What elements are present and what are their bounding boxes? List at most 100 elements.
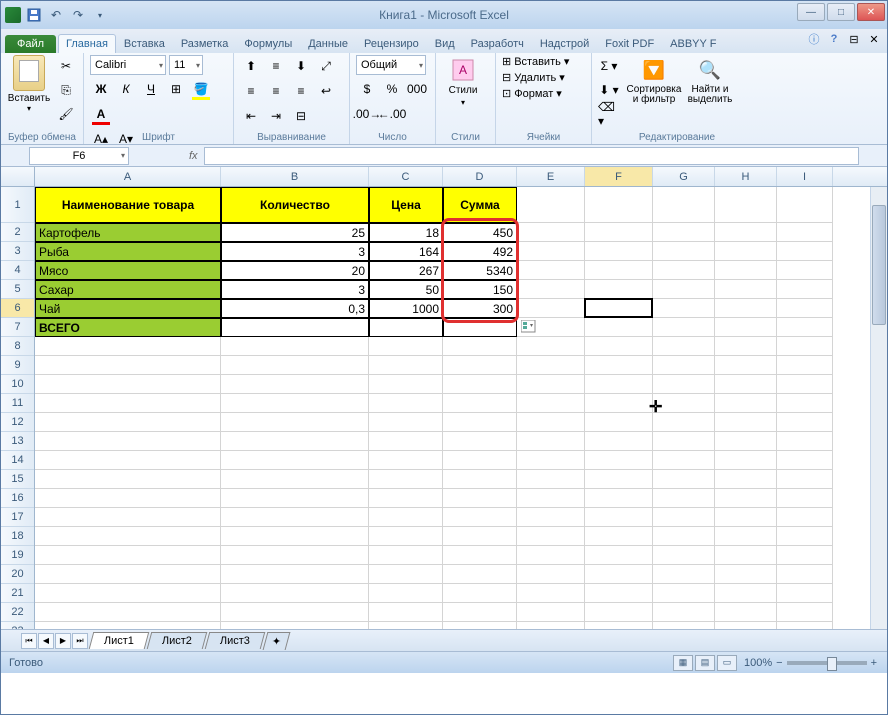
- cell-F23[interactable]: [585, 622, 653, 629]
- col-header-C[interactable]: C: [369, 167, 443, 186]
- cell-D19[interactable]: [443, 546, 517, 565]
- format-button[interactable]: ⊡Формат ▾: [502, 87, 585, 100]
- file-tab[interactable]: Файл: [5, 35, 56, 53]
- cell-B19[interactable]: [221, 546, 369, 565]
- cell-B11[interactable]: [221, 394, 369, 413]
- cell-E16[interactable]: [517, 489, 585, 508]
- align-middle-icon[interactable]: ≡: [265, 55, 287, 77]
- cell-H2[interactable]: [715, 223, 777, 242]
- cell-A14[interactable]: [35, 451, 221, 470]
- undo-icon[interactable]: ↶: [47, 6, 65, 24]
- cell-G14[interactable]: [653, 451, 715, 470]
- cell-H6[interactable]: [715, 299, 777, 318]
- sheet-tab-1[interactable]: Лист1: [89, 632, 150, 649]
- cell-I4[interactable]: [777, 261, 833, 280]
- help-icon[interactable]: ?: [827, 32, 841, 46]
- row-header-10[interactable]: 10: [1, 375, 34, 394]
- new-sheet-button[interactable]: ✦: [263, 632, 291, 650]
- window-restore-icon[interactable]: ⊟: [847, 32, 861, 46]
- copy-icon[interactable]: ⎘: [55, 79, 77, 101]
- cell-I20[interactable]: [777, 565, 833, 584]
- cell-E19[interactable]: [517, 546, 585, 565]
- font-size-selector[interactable]: 11: [169, 55, 203, 75]
- row-header-11[interactable]: 11: [1, 394, 34, 413]
- view-normal-icon[interactable]: ▦: [673, 655, 693, 671]
- orientation-icon[interactable]: ⤢: [315, 55, 337, 77]
- cell-I1[interactable]: [777, 187, 833, 223]
- cell-H15[interactable]: [715, 470, 777, 489]
- clear-icon[interactable]: ⌫ ▾: [598, 103, 620, 125]
- cell-B16[interactable]: [221, 489, 369, 508]
- cell-E10[interactable]: [517, 375, 585, 394]
- cell-H8[interactable]: [715, 337, 777, 356]
- cell-D21[interactable]: [443, 584, 517, 603]
- cell-H4[interactable]: [715, 261, 777, 280]
- cell-I3[interactable]: [777, 242, 833, 261]
- row-header-20[interactable]: 20: [1, 565, 34, 584]
- cell-E12[interactable]: [517, 413, 585, 432]
- cell-B17[interactable]: [221, 508, 369, 527]
- increase-indent-icon[interactable]: ⇥: [265, 105, 287, 127]
- vertical-scrollbar[interactable]: [870, 187, 887, 629]
- cell-H7[interactable]: [715, 318, 777, 337]
- cell-E2[interactable]: [517, 223, 585, 242]
- cell-D1[interactable]: Сумма: [443, 187, 517, 223]
- cell-C20[interactable]: [369, 565, 443, 584]
- cell-B13[interactable]: [221, 432, 369, 451]
- cell-D9[interactable]: [443, 356, 517, 375]
- cell-A9[interactable]: [35, 356, 221, 375]
- cell-D10[interactable]: [443, 375, 517, 394]
- cell-C5[interactable]: 50: [369, 280, 443, 299]
- cell-F17[interactable]: [585, 508, 653, 527]
- cell-H10[interactable]: [715, 375, 777, 394]
- cell-D13[interactable]: [443, 432, 517, 451]
- cell-E3[interactable]: [517, 242, 585, 261]
- cell-G5[interactable]: [653, 280, 715, 299]
- cell-D4[interactable]: 5340: [443, 261, 517, 280]
- minimize-ribbon-icon[interactable]: ⓘ: [807, 32, 821, 46]
- tab-view[interactable]: Вид: [427, 34, 463, 53]
- cell-A18[interactable]: [35, 527, 221, 546]
- cell-A5[interactable]: Сахар: [35, 280, 221, 299]
- number-format-selector[interactable]: Общий: [356, 55, 426, 75]
- row-header-15[interactable]: 15: [1, 470, 34, 489]
- cell-I22[interactable]: [777, 603, 833, 622]
- decrease-decimal-icon[interactable]: ←.00: [381, 103, 403, 125]
- cell-C13[interactable]: [369, 432, 443, 451]
- cell-F9[interactable]: [585, 356, 653, 375]
- maximize-button[interactable]: □: [827, 3, 855, 21]
- cell-G15[interactable]: [653, 470, 715, 489]
- align-left-icon[interactable]: ≡: [240, 80, 262, 102]
- cell-A3[interactable]: Рыба: [35, 242, 221, 261]
- cell-D18[interactable]: [443, 527, 517, 546]
- merge-icon[interactable]: ⊟: [290, 105, 312, 127]
- cell-I14[interactable]: [777, 451, 833, 470]
- fill-icon[interactable]: ⬇ ▾: [598, 79, 620, 101]
- cell-B20[interactable]: [221, 565, 369, 584]
- cell-E8[interactable]: [517, 337, 585, 356]
- cell-C17[interactable]: [369, 508, 443, 527]
- zoom-out-icon[interactable]: −: [776, 657, 782, 669]
- font-color-icon[interactable]: А: [90, 103, 112, 125]
- cell-E21[interactable]: [517, 584, 585, 603]
- sort-filter-button[interactable]: 🔽 Сортировка и фильтр: [626, 55, 682, 125]
- cell-I7[interactable]: [777, 318, 833, 337]
- cell-G18[interactable]: [653, 527, 715, 546]
- align-right-icon[interactable]: ≡: [290, 80, 312, 102]
- view-pagebreak-icon[interactable]: ▭: [717, 655, 737, 671]
- tab-data[interactable]: Данные: [300, 34, 356, 53]
- cell-E20[interactable]: [517, 565, 585, 584]
- row-header-9[interactable]: 9: [1, 356, 34, 375]
- align-bottom-icon[interactable]: ⬇: [290, 55, 312, 77]
- cell-C15[interactable]: [369, 470, 443, 489]
- cell-B12[interactable]: [221, 413, 369, 432]
- row-header-12[interactable]: 12: [1, 413, 34, 432]
- cell-C19[interactable]: [369, 546, 443, 565]
- cell-I8[interactable]: [777, 337, 833, 356]
- cell-A8[interactable]: [35, 337, 221, 356]
- cell-H3[interactable]: [715, 242, 777, 261]
- percent-icon[interactable]: %: [381, 78, 403, 100]
- col-header-A[interactable]: A: [35, 167, 221, 186]
- cell-H14[interactable]: [715, 451, 777, 470]
- cell-E18[interactable]: [517, 527, 585, 546]
